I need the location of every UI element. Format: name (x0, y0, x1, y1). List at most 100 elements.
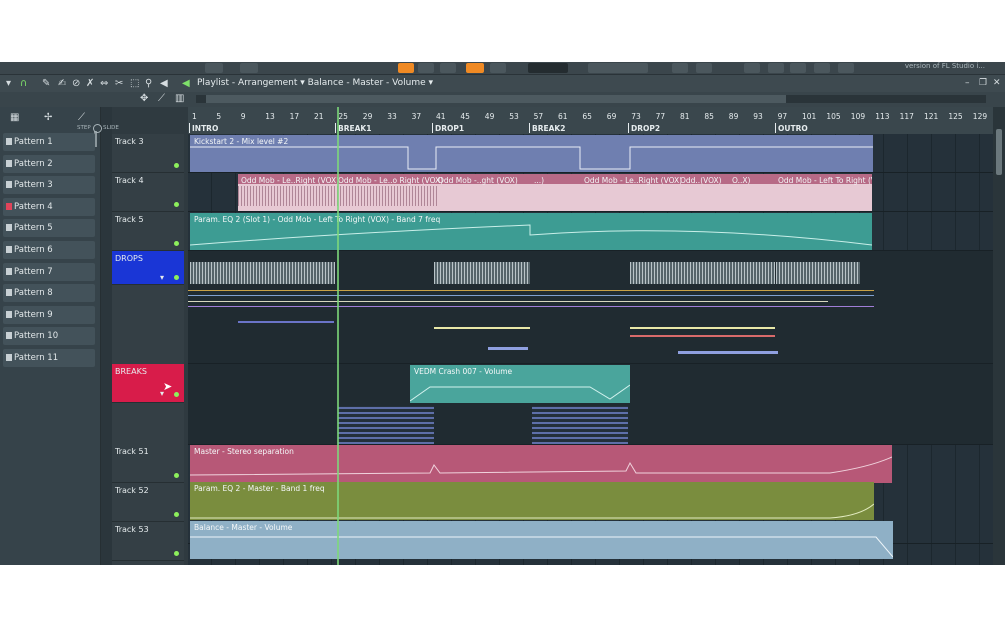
audio-view-icon[interactable]: ✢ (44, 112, 52, 123)
pattern-item[interactable]: Pattern 11 (3, 349, 95, 367)
arrangement-marker[interactable]: BREAK1 (334, 123, 371, 133)
track-active-led[interactable] (174, 392, 179, 397)
clip-balance[interactable]: Balance - Master - Volume (190, 521, 893, 559)
select-icon[interactable]: ⬚ (130, 78, 139, 89)
magnet-icon[interactable]: ∩ (20, 78, 27, 89)
pattern-item[interactable]: Pattern 9 (3, 305, 95, 324)
tool-button[interactable] (790, 63, 806, 73)
playlist-vertical-scrollbar[interactable] (993, 107, 1005, 565)
track-header-4[interactable]: Track 4 (112, 173, 184, 212)
pattern-item[interactable]: Pattern 10 (3, 327, 95, 346)
track-header-3[interactable]: Track 3 (112, 134, 184, 173)
tool-knob-icon[interactable] (205, 63, 223, 73)
clip-param-eq[interactable]: Param. EQ 2 (Slot 1) - Odd Mob - Left To… (190, 213, 872, 250)
arrangement-marker[interactable]: DROP1 (431, 123, 464, 133)
arrangement-marker[interactable]: DROP2 (627, 123, 660, 133)
zoom-icon[interactable]: ⚲ (145, 78, 152, 89)
pattern-item[interactable]: Pattern 8 (3, 284, 95, 303)
delete-icon[interactable]: ⊘ (72, 78, 80, 89)
playback-icon[interactable]: ◀ (160, 78, 168, 89)
automation-view-icon[interactable]: ⟋ (78, 112, 85, 123)
track-header-51[interactable]: Track 51 (112, 444, 184, 483)
drops-clip[interactable] (190, 262, 335, 284)
drops-clip[interactable] (630, 262, 775, 284)
timeline-ruler[interactable]: 1 5 9 13 17 21 25 29 33 37 41 45 49 53 57 61 65 69 73 77 81 8… (188, 107, 993, 134)
pattern-selector[interactable] (588, 63, 648, 73)
track-active-led[interactable] (174, 473, 179, 478)
record-mode-button[interactable] (398, 63, 414, 73)
lane-track-4[interactable]: Odd Mob - Le..Right (VOX) Odd Mob - Le..… (188, 173, 993, 212)
pattern-icon (6, 202, 12, 210)
track-header-drops[interactable]: DROPS ▾ (112, 251, 184, 285)
pencil-icon[interactable]: ✎ (42, 78, 50, 89)
track-header-5[interactable]: Track 5 (112, 212, 184, 251)
track-header-breaks[interactable]: BREAKS ▾ (112, 364, 184, 403)
lane-track-3[interactable]: Kickstart 2 - Mix level #2 (188, 134, 993, 173)
breaks-clip[interactable] (338, 406, 434, 444)
pattern-item[interactable]: Pattern 6 (3, 241, 95, 259)
breaks-clip[interactable] (532, 406, 628, 444)
overview-scrollbar[interactable] (196, 95, 986, 103)
overview-thumb[interactable] (206, 95, 786, 103)
piano-icon[interactable]: ▥ (175, 93, 184, 104)
clip-kickstart[interactable]: Kickstart 2 - Mix level #2 (190, 135, 873, 172)
menu-arrow-icon[interactable]: ▾ (6, 78, 11, 89)
drops-clip[interactable] (434, 262, 530, 284)
metronome-button[interactable] (466, 63, 484, 73)
track-active-led[interactable] (174, 275, 179, 280)
track-active-led[interactable] (174, 551, 179, 556)
tool-button[interactable] (696, 63, 712, 73)
lane-drops[interactable] (188, 251, 993, 364)
pattern-view-icon[interactable]: ▦ (10, 112, 19, 123)
clip-crash[interactable]: VEDM Crash 007 - Volume (410, 365, 630, 403)
drops-clip[interactable] (776, 262, 860, 284)
slice-icon[interactable]: ✂ (115, 78, 123, 89)
track-active-led[interactable] (174, 241, 179, 246)
step-toggle[interactable] (93, 124, 102, 133)
clip-vox[interactable]: Odd Mob - Le..Right (VOX) Odd Mob - Le..… (238, 174, 872, 211)
tool-knob2-icon[interactable] (240, 63, 258, 73)
tool-button[interactable] (768, 63, 784, 73)
playhead[interactable] (337, 107, 339, 565)
tool-button[interactable] (838, 63, 854, 73)
tool-button[interactable] (814, 63, 830, 73)
tool-button[interactable] (490, 63, 506, 73)
scrollbar-thumb[interactable] (996, 129, 1002, 175)
track-header-53[interactable]: Track 53 (112, 522, 184, 561)
pattern-item[interactable]: Pattern 7 (3, 262, 95, 281)
pattern-item[interactable]: Pattern 4 (3, 197, 95, 216)
track-active-led[interactable] (174, 163, 179, 168)
pattern-item[interactable]: Pattern 2 (3, 154, 95, 173)
picker-divider[interactable]: STEP SLIDE (77, 107, 119, 565)
tool-button[interactable] (744, 63, 760, 73)
pattern-item[interactable]: Pattern 5 (3, 219, 95, 238)
pattern-item[interactable]: Pattern 1 (3, 133, 95, 151)
bar-number: 33 (387, 112, 397, 121)
track-name: Track 51 (115, 447, 149, 456)
tool-button[interactable] (672, 63, 688, 73)
track-active-led[interactable] (174, 512, 179, 517)
tool-button[interactable] (418, 63, 434, 73)
maximize-button[interactable]: ❐ (979, 78, 987, 88)
tempo-display[interactable] (528, 63, 568, 73)
arrangement-marker[interactable]: OUTRO (775, 123, 808, 133)
clip-eq-master[interactable]: Param. EQ 2 - Master - Band 1 freq (190, 482, 874, 520)
arrangement-marker[interactable]: INTRO (188, 123, 218, 133)
slip-icon[interactable]: ⇔ (100, 78, 108, 89)
move-icon[interactable]: ✥ (140, 93, 148, 104)
pattern-item[interactable]: Pattern 3 (3, 176, 95, 195)
close-button[interactable]: ✕ (993, 78, 1001, 88)
arrangement-marker[interactable]: BREAK2 (528, 123, 565, 133)
clip-stereo[interactable]: Master - Stereo separation (190, 445, 892, 483)
lane-breaks[interactable]: VEDM Crash 007 - Volume (188, 364, 993, 445)
tool-button[interactable] (440, 63, 456, 73)
minimize-button[interactable]: – (965, 78, 970, 88)
lane-track-5[interactable]: Param. EQ 2 (Slot 1) - Odd Mob - Left To… (188, 212, 993, 251)
link-icon[interactable]: ⟋ (158, 93, 165, 104)
track-header-52[interactable]: Track 52 (112, 483, 184, 522)
track-active-led[interactable] (174, 202, 179, 207)
playlist-title[interactable]: Playlist - Arrangement ▾ Balance - Maste… (197, 78, 433, 88)
paint-icon[interactable]: ✍ (58, 78, 66, 89)
mute-icon[interactable]: ✗ (86, 78, 94, 89)
collapse-arrow-icon[interactable]: ▾ (160, 273, 164, 282)
